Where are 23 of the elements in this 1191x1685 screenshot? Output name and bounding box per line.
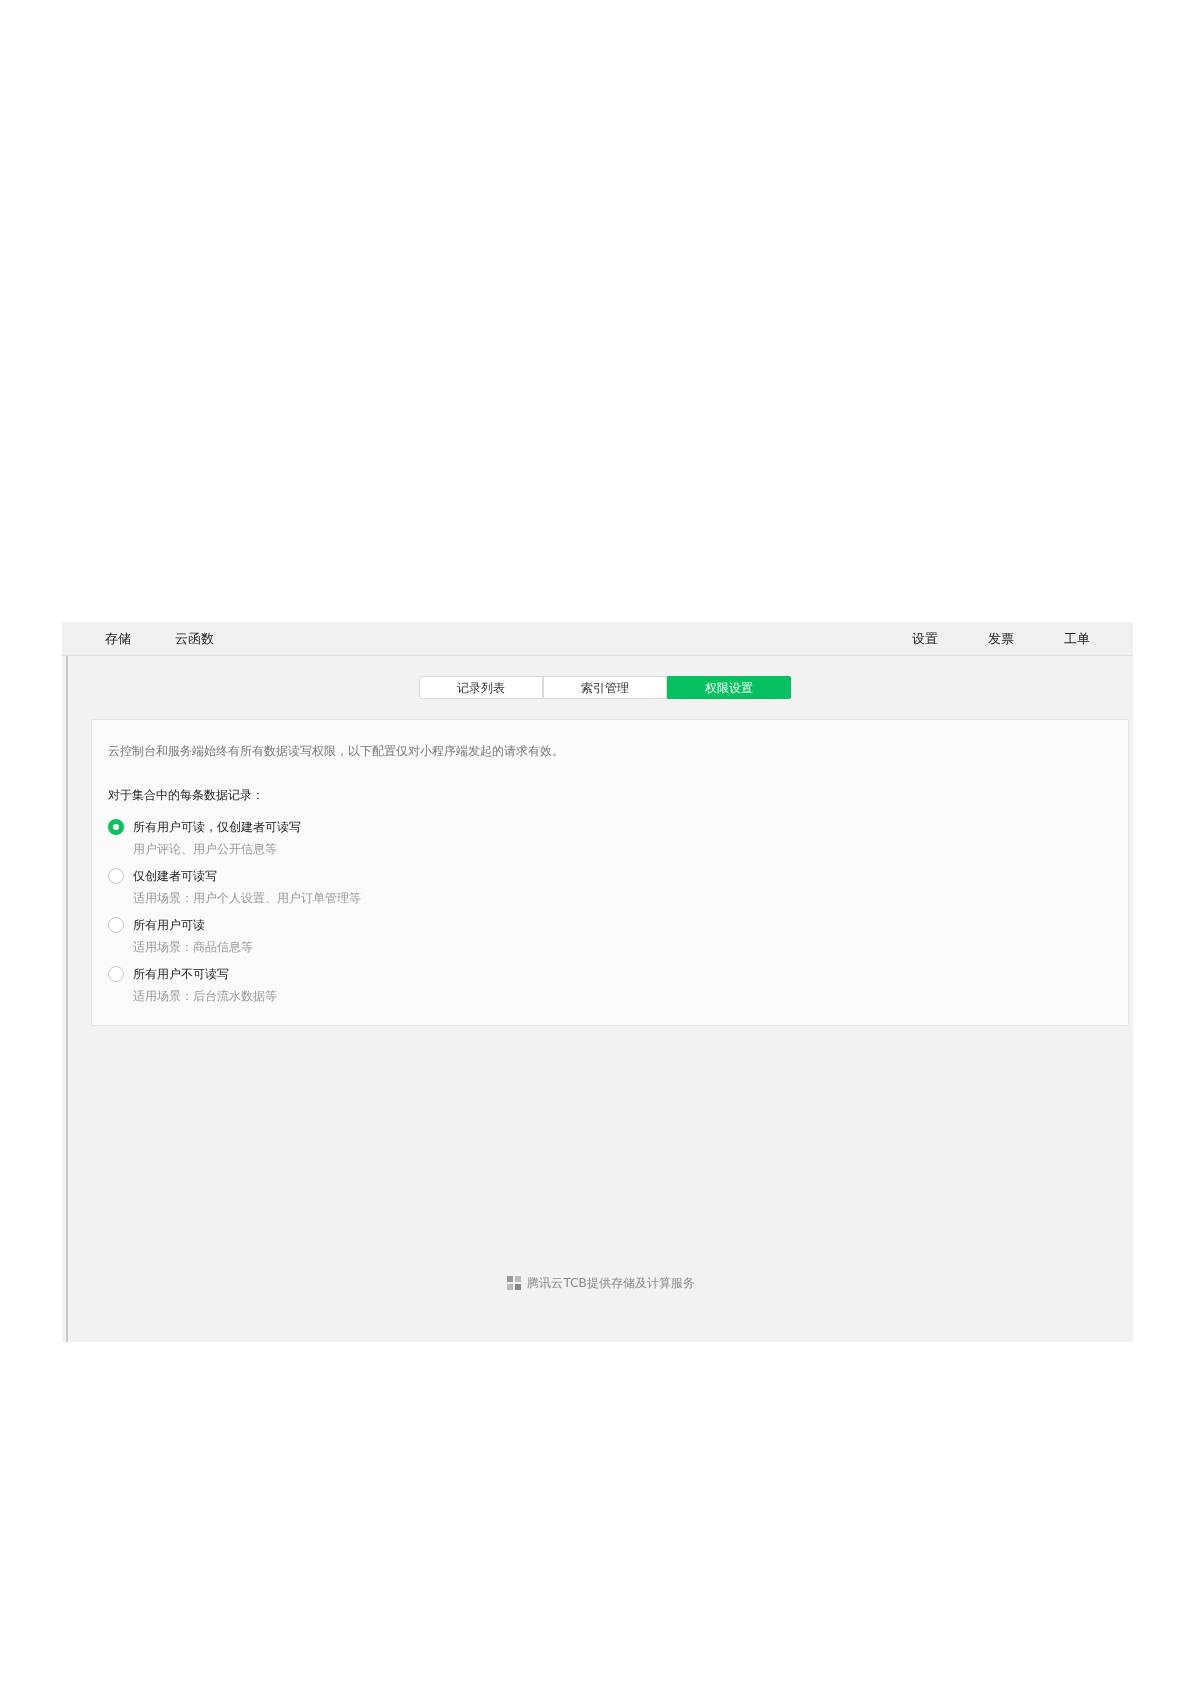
segment-tab[interactable]: 索引管理 [542, 676, 667, 699]
radio-button[interactable] [108, 868, 124, 884]
notice-text: 云控制台和服务端始终有所有数据读写权限，以下配置仅对小程序端发起的请求有效。 [108, 743, 565, 760]
radio-button[interactable] [108, 819, 124, 835]
nav-tab[interactable]: 存储 [82, 628, 154, 649]
nav-tab[interactable]: 云函数 [158, 628, 230, 649]
nav-tab[interactable]: 设置 [889, 628, 961, 649]
option-hint: 适用场景：后台流水数据等 [133, 988, 278, 1005]
option-label: 所有用户不可读写 [133, 966, 229, 983]
radio-button[interactable] [108, 917, 124, 933]
option-hint: 用户评论、用户公开信息等 [133, 841, 278, 858]
option-hint: 适用场景：商品信息等 [133, 939, 254, 956]
option-label: 所有用户可读 [133, 917, 205, 934]
option-label: 仅创建者可读写 [133, 868, 217, 885]
radio-button[interactable] [108, 966, 124, 982]
option-hint: 适用场景：用户个人设置、用户订单管理等 [133, 890, 362, 907]
option-label: 所有用户可读，仅创建者可读写 [133, 819, 301, 836]
nav-tab[interactable]: 发票 [965, 628, 1037, 649]
cloud-logo-icon [506, 1275, 523, 1291]
segment-tab[interactable]: 记录列表 [418, 676, 543, 699]
nav-tab[interactable]: 工单 [1041, 628, 1113, 649]
footer-text: 腾讯云TCB提供存储及计算服务 [527, 1275, 695, 1292]
question-text: 对于集合中的每条数据记录： [108, 787, 265, 804]
